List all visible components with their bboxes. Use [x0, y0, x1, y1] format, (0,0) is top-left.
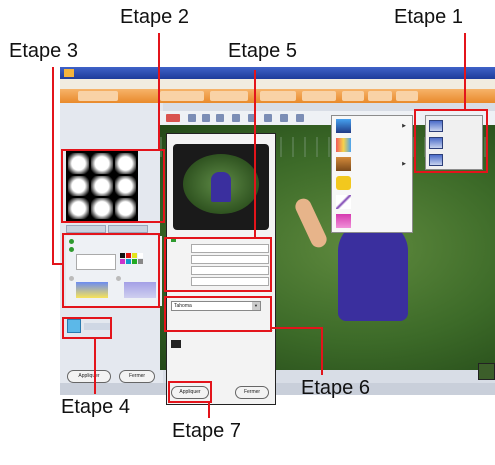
- app-logo-icon: [64, 69, 74, 77]
- submenu-arrow-icon: ▶: [402, 161, 406, 167]
- menu-item-frame[interactable]: ▶: [336, 118, 410, 134]
- photo-kid-arm: [292, 196, 330, 250]
- left-tab-2[interactable]: [108, 225, 148, 233]
- leader-line-etape2: [158, 33, 160, 151]
- callout-box-etape2: [61, 149, 165, 223]
- callout-etape5: Etape 5: [228, 40, 297, 62]
- leader-line-etape6-h: [272, 327, 322, 329]
- callout-etape1: Etape 1: [394, 6, 463, 28]
- left-tab-1[interactable]: [66, 225, 106, 233]
- frame-icon: [336, 119, 351, 133]
- dialog-preview-subject: [211, 172, 231, 202]
- dialog-property[interactable]: [171, 339, 271, 349]
- left-apply-button[interactable]: Appliquer: [67, 370, 111, 383]
- shadow-icon: [336, 214, 351, 228]
- color-icon: [336, 138, 351, 152]
- shape-icon: [336, 176, 351, 190]
- save-icon[interactable]: [188, 114, 196, 122]
- zoom-out-icon[interactable]: [280, 114, 288, 122]
- callout-box-etape6: [164, 296, 272, 332]
- module-tab-5[interactable]: [302, 91, 336, 101]
- title-bar: [60, 67, 495, 79]
- dialog-close-button[interactable]: Fermer: [235, 386, 269, 399]
- status-bar: [60, 383, 495, 395]
- module-bar: [60, 89, 495, 103]
- menu-item-color[interactable]: [336, 137, 410, 153]
- left-panel-tabs: [66, 225, 158, 233]
- callout-etape6: Etape 6: [301, 377, 370, 399]
- submenu-arrow-icon: ▶: [402, 123, 406, 129]
- property-icon: [171, 340, 181, 348]
- menu-item-signature[interactable]: [336, 194, 410, 210]
- decoration-menu: ▶ ▶: [331, 115, 413, 233]
- undo-icon[interactable]: [166, 114, 180, 122]
- zoom-in-icon[interactable]: [264, 114, 272, 122]
- callout-box-etape4: [62, 317, 112, 339]
- module-tab-3[interactable]: [210, 91, 248, 101]
- module-tab-4[interactable]: [260, 91, 296, 101]
- leader-line-etape4: [94, 338, 96, 394]
- module-tab-7[interactable]: [368, 91, 392, 101]
- leader-line-etape6-v: [321, 327, 323, 375]
- menu-bar: [60, 79, 495, 89]
- callout-box-etape5: [164, 237, 272, 292]
- module-tab-1[interactable]: [78, 91, 118, 101]
- callout-etape4: Etape 4: [61, 396, 130, 418]
- leader-line-etape5: [254, 70, 256, 238]
- menu-item-shadow[interactable]: [336, 213, 410, 229]
- callout-box-etape1: [414, 109, 488, 173]
- callout-etape2: Etape 2: [120, 6, 189, 28]
- left-close-button[interactable]: Fermer: [119, 370, 155, 383]
- leader-line-etape1: [464, 33, 466, 111]
- photo-kid-body: [338, 221, 408, 321]
- menu-item-texture[interactable]: ▶: [336, 156, 410, 172]
- corner-thumbnail[interactable]: [478, 363, 495, 380]
- menu-item-shape[interactable]: [336, 175, 410, 191]
- callout-box-etape7: [168, 381, 212, 403]
- module-tab-6[interactable]: [342, 91, 364, 101]
- callout-etape7: Etape 7: [172, 420, 241, 442]
- module-tab-2[interactable]: [160, 91, 204, 101]
- fit-icon[interactable]: [296, 114, 304, 122]
- leader-line-etape3-h: [52, 263, 64, 265]
- crop-icon[interactable]: [232, 114, 240, 122]
- texture-icon: [336, 157, 351, 171]
- module-tab-8[interactable]: [396, 91, 418, 101]
- signature-icon: [336, 195, 351, 209]
- callout-box-etape3: [62, 233, 160, 308]
- print-icon[interactable]: [202, 114, 210, 122]
- callout-etape3: Etape 3: [9, 40, 78, 62]
- leader-line-etape3-v: [52, 67, 54, 264]
- leader-line-etape7: [208, 402, 210, 418]
- rotate-icon[interactable]: [216, 114, 224, 122]
